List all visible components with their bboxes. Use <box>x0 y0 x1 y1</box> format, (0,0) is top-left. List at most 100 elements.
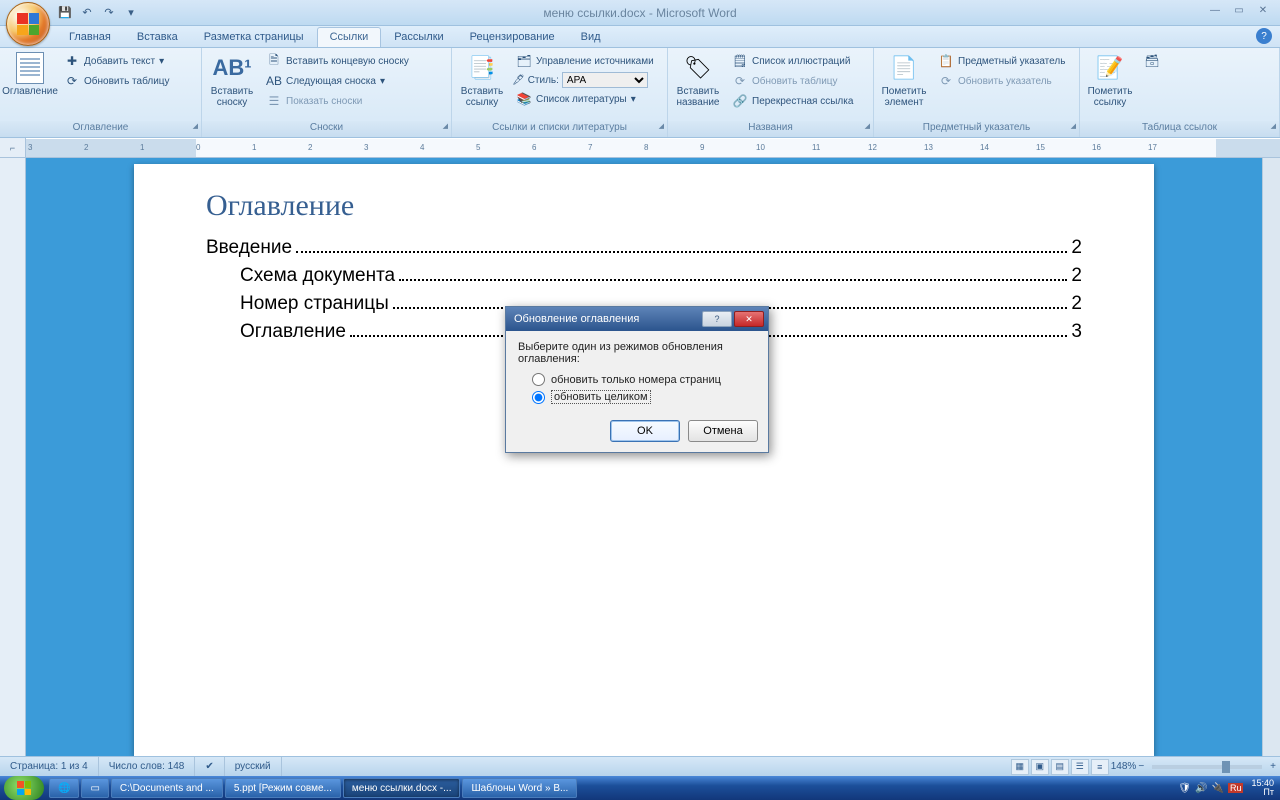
office-button[interactable] <box>6 2 50 46</box>
citation-icon: 📑 <box>466 52 498 84</box>
help-button[interactable]: ? <box>1256 28 1272 44</box>
tab-page-layout[interactable]: Разметка страницы <box>191 27 317 47</box>
tab-insert[interactable]: Вставка <box>124 27 191 47</box>
maximize-button[interactable]: ▭ <box>1228 2 1250 18</box>
insert-caption-button[interactable]: 🏷 Вставить название <box>672 50 724 110</box>
view-draft[interactable]: ≡ <box>1091 759 1109 775</box>
refresh-icon: ⟳ <box>938 73 954 89</box>
ribbon-tabs: Главная Вставка Разметка страницы Ссылки… <box>0 26 1280 48</box>
mark-citation-button[interactable]: 📝 Пометить ссылку <box>1084 50 1136 110</box>
radio-update-all-input[interactable] <box>532 391 545 404</box>
cancel-button[interactable]: Отмена <box>688 420 758 442</box>
view-full-screen[interactable]: ▣ <box>1031 759 1049 775</box>
toc-entry-page: 3 <box>1071 321 1082 343</box>
status-proofing[interactable]: ✔ <box>195 757 224 776</box>
zoom-out-button[interactable]: − <box>1138 761 1144 772</box>
next-footnote-button[interactable]: ABСледующая сноска ▾ <box>262 72 413 90</box>
quicklaunch-desktop[interactable]: ▭ <box>81 778 108 798</box>
manage-sources-button[interactable]: 🗂Управление источниками <box>512 52 658 70</box>
close-button[interactable]: ✕ <box>1252 2 1274 18</box>
toc-button[interactable]: Оглавление <box>4 50 56 99</box>
tab-home[interactable]: Главная <box>56 27 124 47</box>
toc-title: Оглавление <box>206 188 1082 223</box>
zoom-value[interactable]: 148% <box>1111 761 1137 772</box>
tab-references[interactable]: Ссылки <box>317 27 382 47</box>
quicklaunch-ie[interactable]: 🌐 <box>49 778 79 798</box>
view-print-layout[interactable]: ▦ <box>1011 759 1029 775</box>
horizontal-ruler[interactable]: 32101234567891011121314151617 <box>26 138 1280 157</box>
manage-sources-icon: 🗂 <box>516 53 532 69</box>
dialog-help-button[interactable]: ? <box>702 311 732 327</box>
group-label-index: Предметный указатель <box>874 121 1079 137</box>
insert-footnote-button[interactable]: AB¹ Вставить сноску <box>206 50 258 110</box>
bibliography-icon: 📚 <box>516 91 532 107</box>
taskbar-app-button[interactable]: меню ссылки.docx -... <box>343 778 461 798</box>
tab-view[interactable]: Вид <box>568 27 614 47</box>
figures-icon: 🗒 <box>732 53 748 69</box>
mark-entry-icon: 📄 <box>888 52 920 84</box>
citation-style-select[interactable]: APA <box>562 72 648 88</box>
clock[interactable]: 15:40 Пт <box>1247 779 1274 797</box>
status-language[interactable]: русский <box>225 757 282 776</box>
tray-icon[interactable]: 🛡 <box>1178 783 1191 794</box>
mark-entry-button[interactable]: 📄 Пометить элемент <box>878 50 930 110</box>
update-index-button[interactable]: ⟳Обновить указатель <box>934 72 1069 90</box>
caption-icon: 🏷 <box>682 52 714 84</box>
style-icon: 🖋 <box>512 75 525 86</box>
status-page[interactable]: Страница: 1 из 4 <box>0 757 99 776</box>
toc-row[interactable]: Введение2 <box>206 237 1082 259</box>
bibliography-button[interactable]: 📚Список литературы ▾ <box>512 90 658 108</box>
radio-update-pages[interactable]: обновить только номера страниц <box>518 371 756 388</box>
dialog-titlebar[interactable]: Обновление оглавления ? ✕ <box>506 307 768 331</box>
taskbar-app-button[interactable]: C:\Documents and ... <box>111 778 223 798</box>
view-web-layout[interactable]: ▤ <box>1051 759 1069 775</box>
save-icon[interactable]: 💾 <box>56 4 74 22</box>
radio-update-all[interactable]: обновить целиком <box>518 388 756 406</box>
toa-icon: 🗃 <box>1144 53 1160 69</box>
proofing-icon: ✔ <box>205 761 213 772</box>
view-outline[interactable]: ☰ <box>1071 759 1089 775</box>
vertical-scrollbar[interactable] <box>1262 158 1280 756</box>
minimize-button[interactable]: — <box>1204 2 1226 18</box>
redo-icon[interactable]: ↷ <box>100 4 118 22</box>
toc-row[interactable]: Схема документа2 <box>206 265 1082 287</box>
status-word-count[interactable]: Число слов: 148 <box>99 757 196 776</box>
show-notes-button[interactable]: ☰Показать сноски <box>262 92 413 110</box>
ok-button[interactable]: OK <box>610 420 680 442</box>
radio-update-pages-input[interactable] <box>532 373 545 386</box>
undo-icon[interactable]: ↶ <box>78 4 96 22</box>
dialog-close-button[interactable]: ✕ <box>734 311 764 327</box>
quick-access-toolbar: 💾 ↶ ↷ ▾ <box>56 4 140 22</box>
update-figures-button[interactable]: ⟳Обновить таблицу <box>728 72 857 90</box>
insert-index-button[interactable]: 📋Предметный указатель <box>934 52 1069 70</box>
insert-endnote-button[interactable]: 🗎Вставить концевую сноску <box>262 52 413 70</box>
radio-update-all-label: обновить целиком <box>551 390 651 404</box>
zoom-in-button[interactable]: + <box>1270 761 1276 772</box>
tray-icon[interactable]: 🔌 <box>1212 783 1224 794</box>
group-label-toc: Оглавление <box>0 121 201 137</box>
table-of-figures-button[interactable]: 🗒Список иллюстраций <box>728 52 857 70</box>
vertical-ruler[interactable] <box>0 158 26 756</box>
toc-entry-text: Номер страницы <box>240 293 389 315</box>
tray-icon[interactable]: 🔊 <box>1195 783 1207 794</box>
system-tray[interactable]: 🛡 🔊 🔌 Ru 15:40 Пт <box>1172 779 1280 797</box>
zoom-slider[interactable] <box>1152 765 1262 769</box>
toc-leader <box>296 251 1067 253</box>
add-text-button[interactable]: ✚Добавить текст ▾ <box>60 52 174 70</box>
insert-citation-button[interactable]: 📑 Вставить ссылку <box>456 50 508 110</box>
tab-review[interactable]: Рецензирование <box>457 27 568 47</box>
style-label: Стиль: <box>528 75 559 86</box>
tray-lang[interactable]: Ru <box>1228 783 1244 793</box>
tab-mailings[interactable]: Рассылки <box>381 27 456 47</box>
start-button[interactable] <box>4 776 44 800</box>
cross-reference-button[interactable]: 🔗Перекрестная ссылка <box>728 92 857 110</box>
toa-extra-icon[interactable]: 🗃 <box>1140 52 1164 70</box>
update-toc-button[interactable]: ⟳Обновить таблицу <box>60 72 174 90</box>
taskbar-app-button[interactable]: 5.ppt [Режим совме... <box>225 778 341 798</box>
dialog-title: Обновление оглавления <box>514 313 700 325</box>
document-scroll[interactable]: Оглавление Введение2 Схема документа2 Номе… <box>26 158 1262 756</box>
workspace: Оглавление Введение2 Схема документа2 Номе… <box>0 158 1280 756</box>
update-toc-dialog: Обновление оглавления ? ✕ Выберите один … <box>505 306 769 453</box>
taskbar-app-button[interactable]: Шаблоны Word » B... <box>462 778 577 798</box>
qat-customize-icon[interactable]: ▾ <box>122 4 140 22</box>
